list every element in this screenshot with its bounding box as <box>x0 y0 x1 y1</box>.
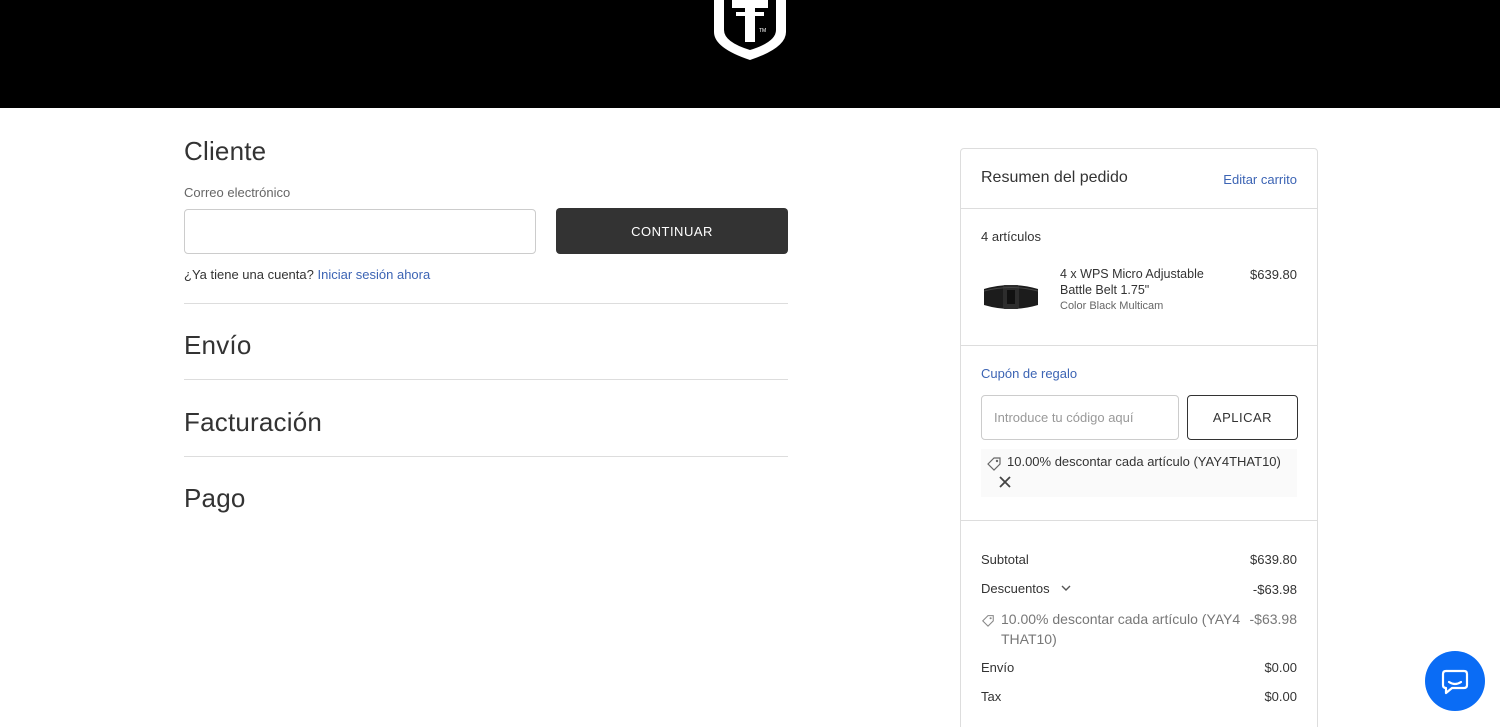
account-prompt: ¿Ya tiene una cuenta? Iniciar sesión aho… <box>184 267 430 282</box>
items-count: 4 artículos <box>981 229 1041 244</box>
svg-text:TM: TM <box>759 28 766 34</box>
shipping-title: Envío <box>184 330 252 360</box>
chat-icon <box>1441 669 1469 695</box>
close-icon[interactable] <box>998 475 1012 489</box>
discounts-value: -$63.98 <box>1252 582 1297 597</box>
site-header: TM <box>0 0 1500 108</box>
shipping-label: Envío <box>981 660 1015 675</box>
summary-items: 4 artículos 4 x WPS Micro Adjustable Bat… <box>961 209 1317 346</box>
order-summary: Resumen del pedido Editar carrito 4 artí… <box>960 148 1318 727</box>
tax-value: $0.00 <box>1264 689 1297 704</box>
chat-button[interactable] <box>1425 651 1485 711</box>
chevron-down-icon[interactable] <box>1061 584 1071 592</box>
discount-detail: 10.00% descontar cada artículo (YAY4THAT… <box>981 609 1297 649</box>
email-input[interactable] <box>184 209 536 254</box>
divider <box>184 456 788 457</box>
product-image <box>983 285 1039 309</box>
coupon-input[interactable] <box>981 395 1179 440</box>
have-account-text: ¿Ya tiene una cuenta? <box>184 267 314 282</box>
customer-title: Cliente <box>184 136 267 166</box>
tax-label: Tax <box>981 689 1002 704</box>
discount-detail-value: -$63.98 <box>1249 611 1297 627</box>
email-label: Correo electrónico <box>184 185 291 200</box>
tag-icon <box>982 615 994 627</box>
subtotal-label: Subtotal <box>981 552 1029 567</box>
divider <box>184 303 788 304</box>
tag-icon <box>987 457 1001 471</box>
applied-coupon-text: 10.00% descontar cada artículo (YAY4THAT… <box>1007 454 1281 469</box>
coupon-toggle-link[interactable]: Cupón de regalo <box>981 366 1077 381</box>
shield-logo-icon[interactable]: TM <box>712 0 788 60</box>
divider <box>184 379 788 380</box>
subtotal-value: $639.80 <box>1250 552 1297 567</box>
coupon-section: Cupón de regalo APLICAR 10.00% descontar… <box>961 346 1317 521</box>
discount-detail-text: 10.00% descontar cada artículo (YAY4THAT… <box>1001 611 1241 647</box>
payment-title: Pago <box>184 483 246 513</box>
discounts-label: Descuentos <box>981 581 1050 596</box>
continue-button[interactable]: CONTINUAR <box>556 208 788 254</box>
summary-header: Resumen del pedido Editar carrito <box>961 149 1317 209</box>
product-option: Color Black Multicam <box>1060 300 1164 312</box>
billing-title: Facturación <box>184 407 323 437</box>
apply-coupon-button[interactable]: APLICAR <box>1187 395 1298 440</box>
shipping-value: $0.00 <box>1264 660 1297 675</box>
sign-in-link[interactable]: Iniciar sesión ahora <box>317 267 430 282</box>
applied-coupon: 10.00% descontar cada artículo (YAY4THAT… <box>981 449 1297 497</box>
summary-title: Resumen del pedido <box>981 169 1128 186</box>
product-name[interactable]: 4 x WPS Micro Adjustable Battle Belt 1.7… <box>1060 266 1210 298</box>
edit-cart-link[interactable]: Editar carrito <box>1223 172 1297 187</box>
product-price: $639.80 <box>1250 267 1297 282</box>
